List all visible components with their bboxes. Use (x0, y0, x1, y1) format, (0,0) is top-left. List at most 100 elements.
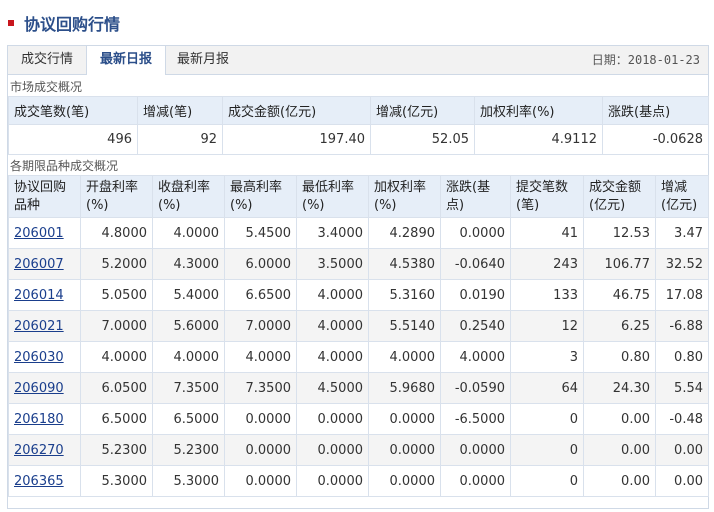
table-cell: 4.0000 (152, 217, 225, 249)
product-code-cell: 206270 (8, 434, 81, 466)
detail-header-cell: 加权利率(%) (368, 175, 441, 218)
product-code-cell: 206180 (8, 403, 81, 435)
table-cell: 5.4000 (152, 279, 225, 311)
table-cell: 4.0000 (80, 341, 153, 373)
product-code-cell: 206001 (8, 217, 81, 249)
summary-value-cell: -0.0628 (602, 124, 709, 155)
table-row: 206180 6.5000 6.5000 0.0000 0.0000 0.0000 -6.5… (8, 403, 709, 435)
table-cell: 46.75 (583, 279, 656, 311)
table-cell: 5.2000 (80, 248, 153, 280)
product-code-cell: 206090 (8, 372, 81, 404)
table-cell: 4.2890 (368, 217, 441, 249)
table-cell: 41 (510, 217, 584, 249)
table-cell: 4.3000 (152, 248, 225, 280)
table-cell: -6.5000 (440, 403, 511, 435)
table-cell: 0.0000 (440, 434, 511, 466)
table-cell: 5.5140 (368, 310, 441, 342)
product-code-link[interactable]: 206001 (14, 226, 64, 241)
table-row: 206007 5.2000 4.3000 6.0000 3.5000 4.5380 -0.0… (8, 248, 709, 280)
market-summary-table: 成交笔数(笔) 增减(笔) 成交金额(亿元) 增减(亿元) 加权利率(%) 涨跌… (8, 96, 709, 155)
product-code-link[interactable]: 206030 (14, 350, 64, 365)
table-cell: -0.0590 (440, 372, 511, 404)
table-row: 206090 6.0500 7.3500 7.3500 4.5000 5.9680 -0.0… (8, 372, 709, 404)
detail-header-cell: 涨跌(基点) (440, 175, 511, 218)
table-cell: 24.30 (583, 372, 656, 404)
table-cell: 0.0000 (224, 465, 297, 497)
detail-header-cell: 成交金额(亿元) (583, 175, 656, 218)
table-cell: 4.5000 (296, 372, 369, 404)
detail-header-row: 协议回购品种 开盘利率(%) 收盘利率(%) 最高利率(%) 最低利率(%) 加… (8, 175, 709, 218)
summary-header-cell: 增减(笔) (137, 96, 223, 125)
table-cell: 0.0000 (368, 403, 441, 435)
tab-trading-quotes[interactable]: 成交行情 (8, 46, 86, 74)
table-cell: 4.0000 (368, 341, 441, 373)
tab-daily-report[interactable]: 最新日报 (86, 46, 166, 75)
table-cell: -6.88 (655, 310, 709, 342)
detail-header-cell: 开盘利率(%) (80, 175, 153, 218)
table-cell: 5.0500 (80, 279, 153, 311)
product-code-cell: 206365 (8, 465, 81, 497)
product-code-link[interactable]: 206021 (14, 319, 64, 334)
summary-value-row: 496 92 197.40 52.05 4.9112 -0.0628 (8, 124, 709, 155)
summary-header-cell: 增减(亿元) (370, 96, 475, 125)
table-cell: 7.0000 (80, 310, 153, 342)
table-cell: 0.00 (583, 465, 656, 497)
report-date: 日期：2018-01-23 (591, 53, 700, 67)
detail-header-cell: 协议回购品种 (8, 175, 81, 218)
table-cell: 243 (510, 248, 584, 280)
product-code-link[interactable]: 206270 (14, 443, 64, 458)
detail-header-cell: 提交笔数(笔) (510, 175, 584, 218)
table-cell: 4.0000 (296, 279, 369, 311)
table-cell: 0.0000 (224, 403, 297, 435)
table-row: 206001 4.8000 4.0000 5.4500 3.4000 4.2890 0.00… (8, 217, 709, 249)
product-code-link[interactable]: 206014 (14, 288, 64, 303)
table-cell: -0.48 (655, 403, 709, 435)
table-cell: 0.80 (583, 341, 656, 373)
table-cell: 4.8000 (80, 217, 153, 249)
table-cell: -0.0640 (440, 248, 511, 280)
main-panel: 成交行情 最新日报 最新月报 日期：2018-01-23 市场成交概况 成交笔数… (7, 45, 709, 509)
table-cell: 0.0000 (368, 465, 441, 497)
table-cell: 6.5000 (152, 403, 225, 435)
table-cell: 0.00 (583, 403, 656, 435)
detail-header-cell: 最高利率(%) (224, 175, 297, 218)
table-cell: 5.2300 (80, 434, 153, 466)
market-summary-title: 市场成交概况 (10, 80, 83, 94)
table-row: 206365 5.3000 5.3000 0.0000 0.0000 0.0000 0.00… (8, 465, 709, 497)
product-code-cell: 206007 (8, 248, 81, 280)
table-cell: 0 (510, 434, 584, 466)
title-marker (8, 20, 14, 26)
table-cell: 0.0000 (224, 434, 297, 466)
table-cell: 0.0000 (440, 465, 511, 497)
summary-header-row: 成交笔数(笔) 增减(笔) 成交金额(亿元) 增减(亿元) 加权利率(%) 涨跌… (8, 96, 709, 125)
table-cell: 3 (510, 341, 584, 373)
table-cell: 6.6500 (224, 279, 297, 311)
table-cell: 0.80 (655, 341, 709, 373)
summary-header-cell: 成交金额(亿元) (222, 96, 371, 125)
term-summary-table: 协议回购品种 开盘利率(%) 收盘利率(%) 最高利率(%) 最低利率(%) 加… (8, 175, 709, 497)
product-code-link[interactable]: 206365 (14, 474, 64, 489)
table-cell: 0.0000 (296, 434, 369, 466)
table-cell: 3.5000 (296, 248, 369, 280)
tab-bar: 成交行情 最新日报 最新月报 日期：2018-01-23 (8, 46, 708, 75)
product-code-link[interactable]: 206007 (14, 257, 64, 272)
table-cell: 5.4500 (224, 217, 297, 249)
product-code-link[interactable]: 206180 (14, 412, 64, 427)
table-cell: 6.25 (583, 310, 656, 342)
table-cell: 12.53 (583, 217, 656, 249)
table-cell: 5.3160 (368, 279, 441, 311)
table-row: 206021 7.0000 5.6000 7.0000 4.0000 5.5140 0.25… (8, 310, 709, 342)
term-summary-title: 各期限品种成交概况 (10, 159, 119, 173)
table-cell: 4.0000 (224, 341, 297, 373)
table-cell: 4.0000 (440, 341, 511, 373)
detail-header-cell: 增减(亿元) (655, 175, 709, 218)
table-cell: 6.0500 (80, 372, 153, 404)
tab-monthly-report[interactable]: 最新月报 (164, 46, 242, 74)
product-code-cell: 206014 (8, 279, 81, 311)
table-cell: 0.0190 (440, 279, 511, 311)
table-cell: 12 (510, 310, 584, 342)
table-row: 206270 5.2300 5.2300 0.0000 0.0000 0.0000 0.00… (8, 434, 709, 466)
table-cell: 0.00 (655, 434, 709, 466)
table-cell: 5.3000 (80, 465, 153, 497)
product-code-link[interactable]: 206090 (14, 381, 64, 396)
